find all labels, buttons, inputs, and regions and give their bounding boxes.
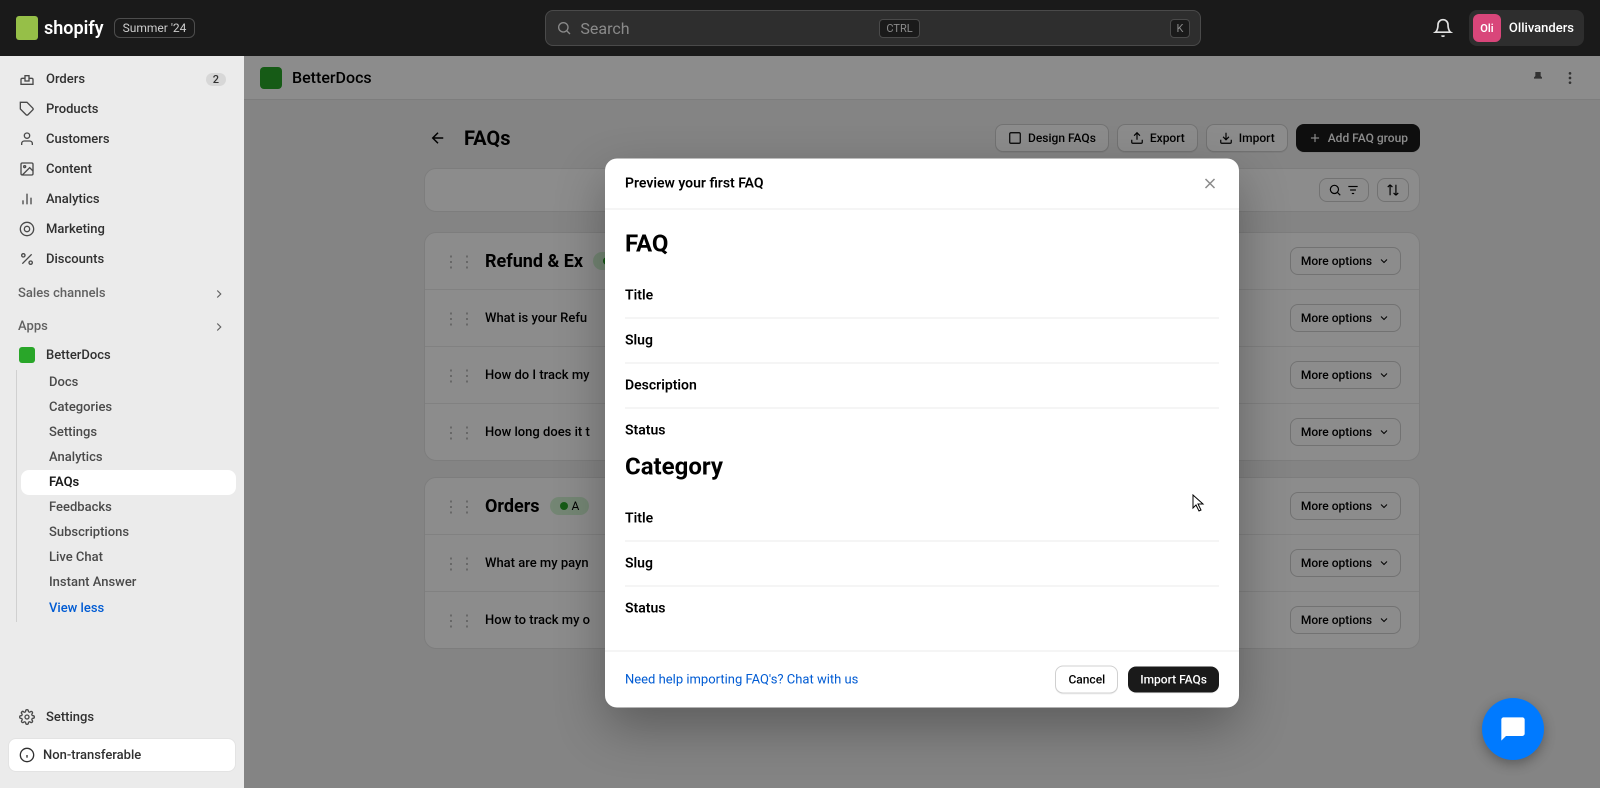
topbar-left: shopify Summer '24: [16, 16, 195, 40]
sub-categories[interactable]: Categories: [21, 395, 236, 420]
apps-header[interactable]: Apps: [8, 307, 236, 340]
sub-faqs[interactable]: FAQs: [21, 470, 236, 495]
sub-instant-answer[interactable]: Instant Answer: [21, 570, 236, 595]
sub-live-chat[interactable]: Live Chat: [21, 545, 236, 570]
apps-label: Apps: [18, 319, 48, 334]
app-betterdocs[interactable]: BetterDocs: [8, 340, 236, 370]
modal-body: FAQTitleSlugDescriptionStatusCategoryTit…: [605, 209, 1239, 650]
marketing-icon: [18, 220, 36, 238]
user-name: Ollivanders: [1509, 21, 1574, 36]
customers-icon: [18, 130, 36, 148]
kbd-k: K: [1170, 19, 1191, 38]
import-faqs-button[interactable]: Import FAQs: [1128, 666, 1219, 692]
non-transferable-label: Non-transferable: [43, 748, 141, 763]
layout: Orders 2 Products Customers Content Anal…: [0, 56, 1600, 788]
modal-title: Preview your first FAQ: [625, 175, 764, 191]
gear-icon: [18, 708, 36, 726]
modal-field-row: Status: [625, 586, 1219, 630]
sidebar-footer: Settings Non-transferable: [8, 694, 236, 780]
nav-discounts[interactable]: Discounts: [8, 244, 236, 274]
preview-modal: Preview your first FAQ FAQTitleSlugDescr…: [605, 158, 1239, 707]
user-menu[interactable]: Oli Ollivanders: [1469, 10, 1584, 46]
content-icon: [18, 160, 36, 178]
analytics-icon: [18, 190, 36, 208]
close-button[interactable]: [1201, 174, 1219, 192]
nav-discounts-label: Discounts: [46, 252, 104, 267]
modal-field-row: Description: [625, 363, 1219, 408]
close-icon: [1201, 174, 1219, 192]
chevron-right-icon: [212, 287, 226, 301]
modal-field-row: Slug: [625, 541, 1219, 586]
sub-settings[interactable]: Settings: [21, 420, 236, 445]
nav-analytics-label: Analytics: [46, 192, 100, 207]
sidebar: Orders 2 Products Customers Content Anal…: [0, 56, 244, 788]
sales-channels-header[interactable]: Sales channels: [8, 274, 236, 307]
sub-feedbacks[interactable]: Feedbacks: [21, 495, 236, 520]
modal-header: Preview your first FAQ: [605, 158, 1239, 209]
help-link[interactable]: Need help importing FAQ's? Chat with us: [625, 672, 858, 687]
settings-label: Settings: [46, 710, 94, 725]
avatar: Oli: [1473, 14, 1501, 42]
topbar: shopify Summer '24 Search CTRL K Oli Oll…: [0, 0, 1600, 56]
chat-icon: [1499, 715, 1527, 743]
brand-text: shopify: [44, 18, 104, 39]
info-icon: [19, 747, 35, 763]
view-less-link[interactable]: View less: [21, 595, 236, 622]
chat-fab[interactable]: [1482, 698, 1544, 760]
modal-section-heading: FAQ: [625, 229, 1219, 257]
modal-field-row: Status: [625, 408, 1219, 452]
topbar-right: Oli Ollivanders: [1433, 10, 1584, 46]
nav-analytics[interactable]: Analytics: [8, 184, 236, 214]
discounts-icon: [18, 250, 36, 268]
search-placeholder: Search: [580, 19, 629, 38]
main: BetterDocs FAQs Design FAQs: [244, 56, 1600, 788]
nav-orders[interactable]: Orders 2: [8, 64, 236, 94]
nav-content-label: Content: [46, 162, 92, 177]
modal-field-row: Title: [625, 273, 1219, 318]
nav-content[interactable]: Content: [8, 154, 236, 184]
search-icon: [556, 20, 572, 36]
sales-channels-label: Sales channels: [18, 286, 106, 301]
products-icon: [18, 100, 36, 118]
nav-orders-label: Orders: [46, 72, 85, 87]
search-input[interactable]: Search CTRL K: [545, 10, 1201, 46]
nav-products[interactable]: Products: [8, 94, 236, 124]
app-betterdocs-label: BetterDocs: [46, 348, 111, 363]
bell-icon[interactable]: [1433, 18, 1453, 38]
modal-footer: Need help importing FAQ's? Chat with us …: [605, 650, 1239, 707]
modal-field-row: Title: [625, 496, 1219, 541]
nav-customers[interactable]: Customers: [8, 124, 236, 154]
shopify-bag-icon: [16, 16, 38, 40]
modal-field-row: Slug: [625, 318, 1219, 363]
summer-badge: Summer '24: [114, 18, 196, 38]
sub-analytics[interactable]: Analytics: [21, 445, 236, 470]
shopify-logo[interactable]: shopify: [16, 16, 104, 40]
sub-subscriptions[interactable]: Subscriptions: [21, 520, 236, 545]
nav-products-label: Products: [46, 102, 98, 117]
nav-marketing-label: Marketing: [46, 222, 105, 237]
cancel-button[interactable]: Cancel: [1055, 665, 1118, 693]
chevron-right-icon: [212, 320, 226, 334]
kbd-ctrl: CTRL: [879, 19, 919, 38]
orders-icon: [18, 70, 36, 88]
non-transferable-banner[interactable]: Non-transferable: [8, 738, 236, 772]
sub-docs[interactable]: Docs: [21, 370, 236, 395]
nav-settings-bottom[interactable]: Settings: [8, 702, 236, 732]
orders-badge: 2: [206, 73, 226, 86]
betterdocs-app-icon: [18, 346, 36, 364]
modal-section-heading: Category: [625, 452, 1219, 480]
nav-customers-label: Customers: [46, 132, 110, 147]
nav-marketing[interactable]: Marketing: [8, 214, 236, 244]
